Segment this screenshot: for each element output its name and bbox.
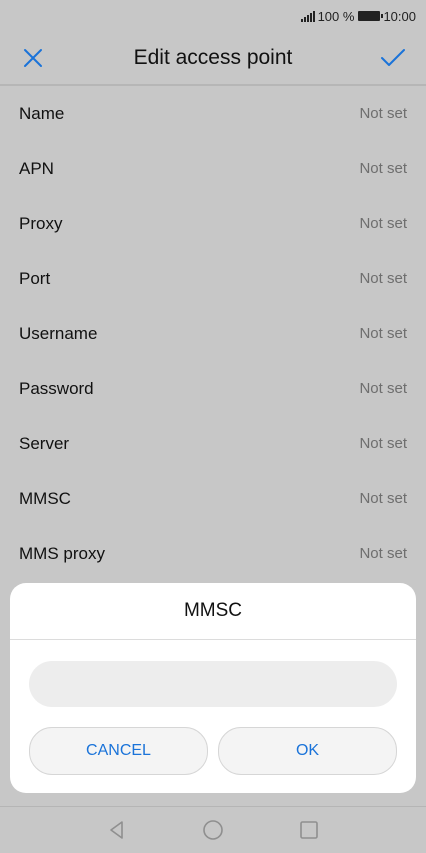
page-title: Edit access point [133, 46, 293, 69]
back-button[interactable] [105, 818, 129, 842]
close-icon [24, 49, 42, 67]
setting-label: Name [19, 103, 65, 123]
back-triangle-icon [110, 821, 123, 839]
cancel-button[interactable]: CANCEL [29, 727, 208, 775]
setting-label: MMS proxy [19, 543, 105, 563]
setting-row-port[interactable]: Port Not set [0, 251, 426, 306]
setting-value: Not set [359, 435, 407, 452]
recents-square-icon [300, 821, 318, 839]
setting-row-server[interactable]: Server Not set [0, 416, 426, 471]
setting-value: Not set [359, 270, 407, 287]
setting-label: Port [19, 268, 51, 288]
setting-row-username[interactable]: Username Not set [0, 306, 426, 361]
mmsc-input[interactable] [29, 661, 397, 707]
settings-list: Name Not set APN Not set Proxy Not set P… [0, 86, 426, 581]
setting-row-mmsc[interactable]: MMSC Not set [0, 471, 426, 526]
setting-value: Not set [359, 105, 407, 122]
status-bar: 100 % 10:00 [0, 0, 426, 32]
close-button[interactable] [17, 42, 49, 74]
battery-percent: 100 % [317, 8, 355, 24]
navigation-bar [0, 806, 426, 853]
setting-row-mms-proxy[interactable]: MMS proxy Not set [0, 526, 426, 581]
setting-label: Proxy [19, 213, 63, 233]
signal-icon [300, 10, 315, 22]
battery-icon [358, 11, 384, 21]
setting-label: MMSC [19, 488, 71, 508]
checkmark-icon [381, 49, 405, 66]
setting-label: Server [19, 433, 70, 453]
setting-row-apn[interactable]: APN Not set [0, 141, 426, 196]
ok-button[interactable]: OK [218, 727, 397, 775]
recents-button[interactable] [297, 818, 321, 842]
setting-label: APN [19, 158, 54, 178]
setting-label: Password [19, 378, 94, 398]
mmsc-dialog: MMSC CANCEL OK [10, 583, 416, 793]
setting-row-name[interactable]: Name Not set [0, 86, 426, 141]
clock: 10:00 [383, 8, 416, 24]
home-circle-icon [203, 820, 223, 840]
setting-value: Not set [359, 380, 407, 397]
dialog-title: MMSC [10, 583, 416, 640]
home-button[interactable] [201, 818, 225, 842]
setting-row-proxy[interactable]: Proxy Not set [0, 196, 426, 251]
app-header: Edit access point [0, 32, 426, 86]
setting-value: Not set [359, 325, 407, 342]
setting-value: Not set [359, 160, 407, 177]
setting-value: Not set [359, 215, 407, 232]
setting-label: Username [19, 323, 98, 343]
confirm-button[interactable] [377, 42, 409, 74]
setting-value: Not set [359, 545, 407, 562]
setting-row-password[interactable]: Password Not set [0, 361, 426, 416]
setting-value: Not set [359, 490, 407, 507]
